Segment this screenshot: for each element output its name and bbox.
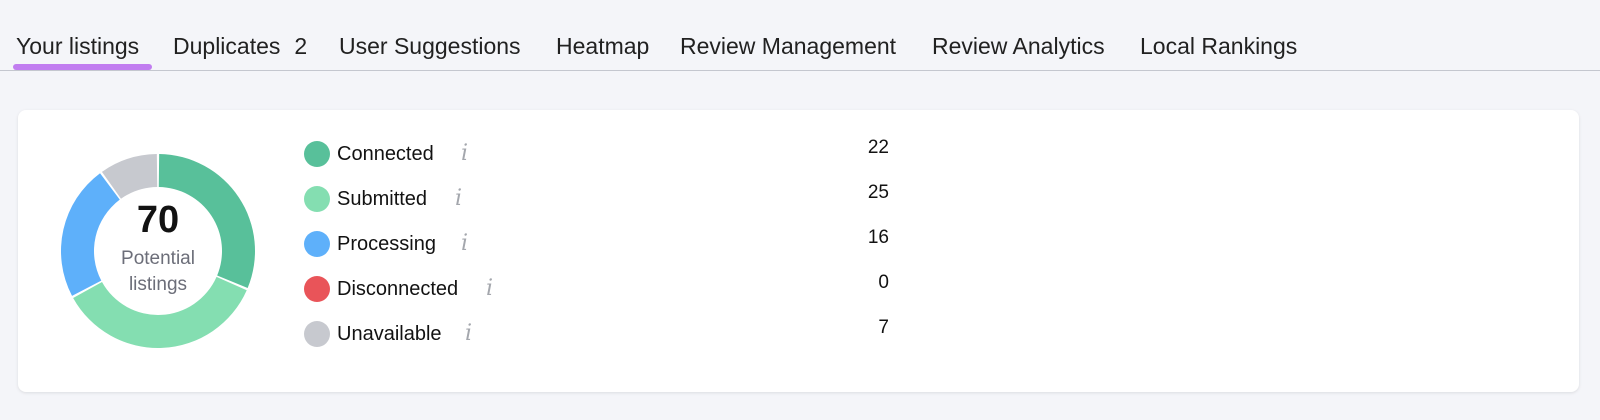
legend-label: Disconnected bbox=[337, 278, 459, 300]
legend-color-dot bbox=[304, 186, 330, 212]
legend-label: Processing bbox=[337, 233, 436, 255]
tab-label: Your listings bbox=[16, 33, 140, 59]
legend-label: Submitted bbox=[337, 188, 428, 210]
tab-label: Duplicates bbox=[173, 33, 281, 59]
legend-color-dot bbox=[304, 321, 330, 347]
tab-bar: Your listings Duplicates 2 User Suggestio… bbox=[0, 0, 1600, 71]
tab-label: Local Rankings bbox=[1140, 33, 1298, 59]
active-tab-indicator bbox=[13, 64, 152, 70]
legend-color-dot bbox=[304, 141, 330, 167]
legend-value: 22 bbox=[867, 137, 889, 158]
tab-duplicates[interactable]: Duplicates 2 bbox=[173, 32, 307, 60]
tab-local-rankings[interactable]: Local Rankings bbox=[1140, 32, 1297, 60]
info-icon[interactable]: i bbox=[461, 141, 468, 167]
donut-caption: Potential listings bbox=[98, 246, 218, 298]
total-listings-value: 70 bbox=[136, 199, 180, 241]
duplicates-count-badge: 2 bbox=[294, 33, 308, 59]
caption-line: listings bbox=[128, 274, 188, 295]
tab-label: Review Analytics bbox=[932, 33, 1105, 59]
info-icon[interactable]: i bbox=[465, 321, 472, 347]
legend-color-dot bbox=[304, 231, 330, 257]
tab-label: User Suggestions bbox=[339, 33, 521, 59]
legend-value: 0 bbox=[878, 272, 889, 293]
tab-your-listings[interactable]: Your listings bbox=[16, 32, 139, 60]
legend-value: 16 bbox=[867, 227, 889, 248]
tab-label: Heatmap bbox=[556, 33, 650, 59]
tab-review-management[interactable]: Review Management bbox=[680, 32, 896, 60]
tab-heatmap[interactable]: Heatmap bbox=[556, 32, 649, 60]
legend-value: 25 bbox=[867, 182, 889, 203]
info-icon[interactable]: i bbox=[486, 276, 493, 302]
tab-user-suggestions[interactable]: User Suggestions bbox=[339, 32, 521, 60]
legend-label: Connected bbox=[337, 143, 434, 165]
info-icon[interactable]: i bbox=[455, 186, 462, 212]
legend-color-dot bbox=[304, 276, 330, 302]
caption-line: Potential bbox=[121, 248, 195, 269]
info-icon[interactable]: i bbox=[461, 231, 468, 257]
tab-review-analytics[interactable]: Review Analytics bbox=[932, 32, 1105, 60]
legend-label: Unavailable bbox=[337, 323, 442, 345]
tab-label: Review Management bbox=[680, 33, 897, 59]
listings-summary-card: 70 Potential listings Connected i 22 Sub… bbox=[18, 110, 1579, 392]
legend-value: 7 bbox=[878, 317, 889, 338]
